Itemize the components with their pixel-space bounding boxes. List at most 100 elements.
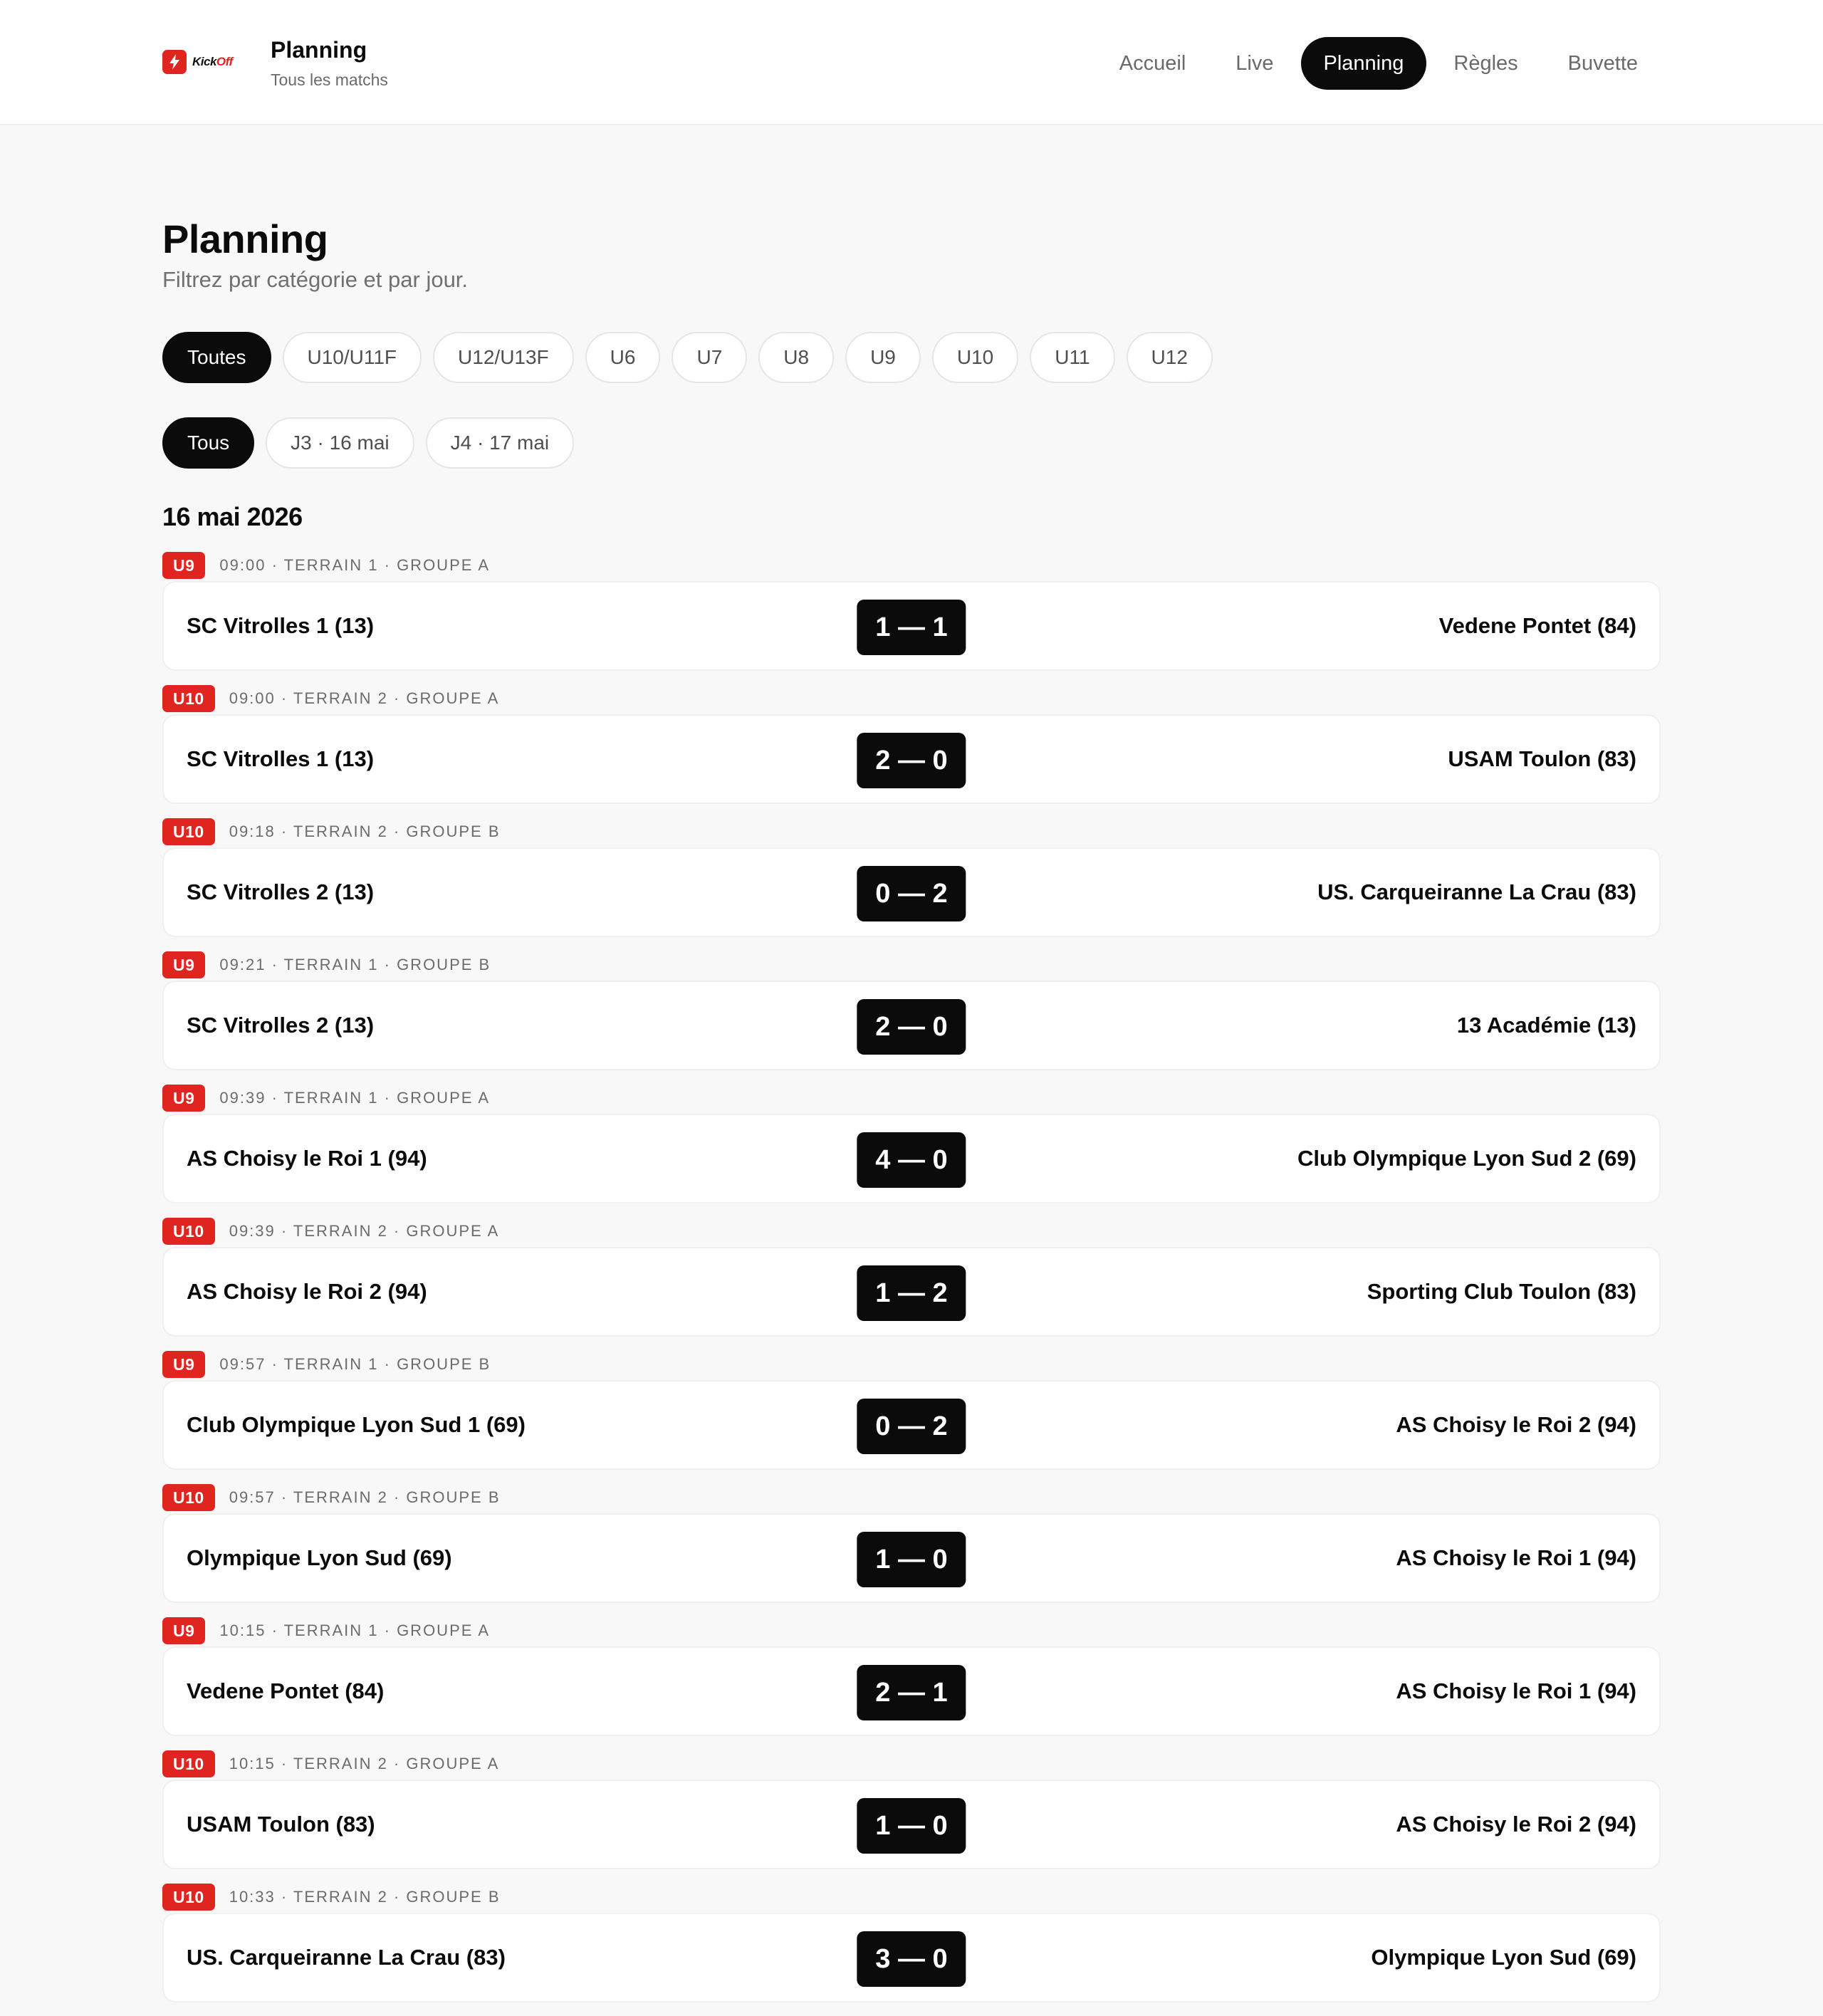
match-info: 09:57 · TERRAIN 2 · GROUPE B [229,1488,501,1506]
category-chip-u8[interactable]: U8 [758,332,835,383]
match-item: U10 09:18 · TERRAIN 2 · GROUPE B SC Vitrol… [162,818,1661,951]
category-badge: U10 [162,685,215,712]
match-item: U9 09:21 · TERRAIN 1 · GROUPE B SC Vitroll… [162,951,1661,1084]
home-team: Club Olympique Lyon Sud 1 (69) [187,1412,526,1437]
category-chip-u10-u11f[interactable]: U10/U11F [282,332,422,383]
category-badge: U10 [162,818,215,845]
match-item: U10 09:57 · TERRAIN 2 · GROUPE B Olympique… [162,1483,1661,1617]
score-badge[interactable]: 1 — 1 [857,600,966,655]
score-badge[interactable]: 1 — 0 [857,1532,966,1587]
category-badge: U9 [162,951,206,978]
match-item: U10 09:00 · TERRAIN 2 · GROUPE A SC Vitrol… [162,684,1661,818]
home-team: SC Vitrolles 1 (13) [187,746,375,771]
match-item: U9 09:39 · TERRAIN 1 · GROUPE A AS Choisy … [162,1084,1661,1217]
category-chip-u7[interactable]: U7 [672,332,748,383]
category-badge: U10 [162,1750,215,1777]
match-info: 09:57 · TERRAIN 1 · GROUPE B [219,1355,491,1373]
match-info: 09:21 · TERRAIN 1 · GROUPE B [219,956,491,973]
away-team: Club Olympique Lyon Sud 2 (69) [1297,1146,1636,1171]
home-team: Olympique Lyon Sud (69) [187,1545,452,1570]
match-card[interactable]: US. Carqueiranne La Crau (83) 3 — 0 Olympi… [162,1913,1661,2002]
match-meta: U10 10:15 · TERRAIN 2 · GROUPE A [162,1750,1661,1778]
match-card[interactable]: SC Vitrolles 1 (13) 2 — 0 USAM Toulon (83) [162,714,1661,804]
match-card[interactable]: SC Vitrolles 2 (13) 0 — 2 US. Carqueiranne… [162,847,1661,937]
nav-item-accueil[interactable]: Accueil [1097,37,1209,90]
day-chip-j4-17-mai[interactable]: J4 · 17 mai [425,417,575,469]
app-title: Planning [271,37,367,63]
category-chip-u11[interactable]: U11 [1030,332,1115,383]
nav-item-live[interactable]: Live [1213,37,1296,90]
category-chip-u12-u13f[interactable]: U12/U13F [433,332,574,383]
away-team: US. Carqueiranne La Crau (83) [1317,879,1636,904]
score-badge[interactable]: 2 — 0 [857,733,966,788]
match-card[interactable]: Olympique Lyon Sud (69) 1 — 0 AS Choisy le… [162,1513,1661,1603]
home-team: AS Choisy le Roi 2 (94) [187,1279,427,1304]
brand-logo[interactable]: KickOff [162,50,233,74]
match-card[interactable]: USAM Toulon (83) 1 — 0 AS Choisy le Roi 2 … [162,1780,1661,1869]
match-item: U10 10:33 · TERRAIN 2 · GROUPE B US. Carqu… [162,1883,1661,2016]
score-badge[interactable]: 3 — 0 [857,1931,966,1987]
match-meta: U9 09:21 · TERRAIN 1 · GROUPE B [162,951,1661,979]
match-info: 09:39 · TERRAIN 1 · GROUPE A [219,1089,490,1107]
category-chip-u9[interactable]: U9 [845,332,921,383]
score-badge[interactable]: 0 — 2 [857,1399,966,1454]
match-item: U9 09:57 · TERRAIN 1 · GROUPE B Club Olymp… [162,1350,1661,1483]
category-chip-u6[interactable]: U6 [585,332,661,383]
day-chip-tous[interactable]: Tous [162,417,255,469]
app-subtitle: Tous les matchs [271,70,388,89]
score-badge[interactable]: 1 — 0 [857,1798,966,1854]
date-heading: 16 mai 2026 [162,502,303,531]
match-meta: U10 09:00 · TERRAIN 2 · GROUPE A [162,684,1661,713]
match-meta: U9 10:15 · TERRAIN 1 · GROUPE A [162,1617,1661,1645]
match-card[interactable]: SC Vitrolles 1 (13) 1 — 1 Vedene Pontet (8… [162,581,1661,671]
away-team: Olympique Lyon Sud (69) [1371,1945,1636,1970]
home-team: US. Carqueiranne La Crau (83) [187,1945,506,1970]
match-meta: U10 10:33 · TERRAIN 2 · GROUPE B [162,1883,1661,1911]
score-badge[interactable]: 0 — 2 [857,866,966,921]
match-item: U10 10:15 · TERRAIN 2 · GROUPE A USAM Toul… [162,1750,1661,1883]
logo-wordmark-off: Off [216,55,233,68]
score-badge[interactable]: 1 — 2 [857,1265,966,1321]
score-badge[interactable]: 4 — 0 [857,1132,966,1188]
category-chip-toutes[interactable]: Toutes [162,332,271,383]
category-chip-u10[interactable]: U10 [931,332,1019,383]
category-badge: U9 [162,1351,206,1378]
nav-item-planning[interactable]: Planning [1300,37,1427,90]
match-item: U9 09:00 · TERRAIN 1 · GROUPE A SC Vitroll… [162,551,1661,684]
category-filter-bar: Toutes U10/U11F U12/U13F U6 U7 U8 U9 U10 U11 U12 [162,332,1213,383]
home-team: Vedene Pontet (84) [187,1678,385,1703]
match-info: 09:00 · TERRAIN 2 · GROUPE A [229,689,500,707]
match-list: U9 09:00 · TERRAIN 1 · GROUPE A SC Vitroll… [162,551,1661,2016]
home-team: SC Vitrolles 2 (13) [187,879,375,904]
logo-wordmark-kick: Kick [192,55,216,68]
match-meta: U9 09:00 · TERRAIN 1 · GROUPE A [162,551,1661,580]
score-badge[interactable]: 2 — 0 [857,999,966,1055]
match-meta: U10 09:18 · TERRAIN 2 · GROUPE B [162,818,1661,846]
category-badge: U9 [162,552,206,579]
match-info: 09:00 · TERRAIN 1 · GROUPE A [219,556,490,574]
away-team: USAM Toulon (83) [1448,746,1636,771]
category-chip-u12[interactable]: U12 [1126,332,1213,383]
nav-item-buvette[interactable]: Buvette [1545,37,1661,90]
match-card[interactable]: SC Vitrolles 2 (13) 2 — 0 13 Académie (13) [162,981,1661,1070]
away-team: AS Choisy le Roi 2 (94) [1396,1812,1636,1837]
day-chip-j3-16-mai[interactable]: J3 · 16 mai [266,417,414,469]
match-info: 10:15 · TERRAIN 1 · GROUPE A [219,1621,490,1639]
away-team: AS Choisy le Roi 1 (94) [1396,1678,1636,1703]
away-team: AS Choisy le Roi 2 (94) [1396,1412,1636,1437]
lightning-icon [162,50,187,74]
home-team: SC Vitrolles 2 (13) [187,1013,375,1038]
match-card[interactable]: AS Choisy le Roi 1 (94) 4 — 0 Club Olympiq… [162,1114,1661,1203]
nav-item-regles[interactable]: Règles [1431,37,1540,90]
category-badge: U10 [162,1218,215,1245]
page-title: Planning [162,216,328,261]
match-card[interactable]: Vedene Pontet (84) 2 — 1 AS Choisy le Roi … [162,1646,1661,1736]
home-team: USAM Toulon (83) [187,1812,375,1837]
category-badge: U9 [162,1085,206,1112]
main-nav: Accueil Live Planning Règles Buvette [1097,37,1661,90]
score-badge[interactable]: 2 — 1 [857,1665,966,1720]
match-item: U10 09:39 · TERRAIN 2 · GROUPE A AS Choisy… [162,1217,1661,1350]
match-info: 10:33 · TERRAIN 2 · GROUPE B [229,1888,501,1906]
match-card[interactable]: AS Choisy le Roi 2 (94) 1 — 2 Sporting Clu… [162,1247,1661,1337]
match-card[interactable]: Club Olympique Lyon Sud 1 (69) 0 — 2 AS Ch… [162,1380,1661,1470]
